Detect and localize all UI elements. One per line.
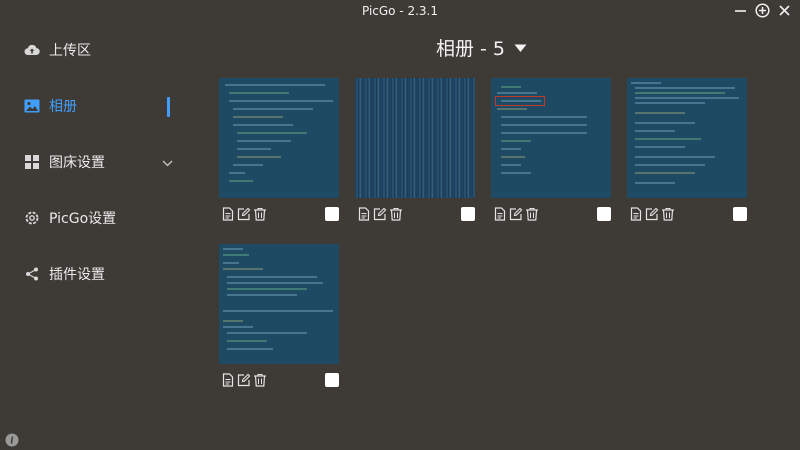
edit-icon <box>373 207 387 221</box>
image-actions <box>219 372 339 388</box>
maximize-button[interactable] <box>754 2 770 18</box>
image-actions <box>627 206 747 222</box>
image-actions <box>491 206 611 222</box>
grid-icon <box>24 154 40 170</box>
image-thumbnail[interactable] <box>491 78 611 198</box>
edit-button[interactable] <box>237 206 251 221</box>
document-icon <box>222 207 234 221</box>
select-checkbox[interactable] <box>597 207 611 221</box>
image-thumbnail[interactable] <box>219 244 339 364</box>
sidebar-item-plugin-settings[interactable]: 插件设置 <box>24 262 174 286</box>
sidebar-item-label: 图床设置 <box>49 155 105 171</box>
sidebar-item-picgo-settings[interactable]: PicGo设置 <box>24 206 174 230</box>
gear-icon <box>24 210 40 226</box>
image-card <box>219 78 339 224</box>
edit-icon <box>645 207 659 221</box>
sidebar: 上传区 相册 图床设置 PicGo设置 插件设置 <box>0 22 180 450</box>
caret-down-icon <box>514 36 527 58</box>
sidebar-item-upload[interactable]: 上传区 <box>24 38 174 62</box>
chevron-down-icon <box>162 155 173 171</box>
sidebar-item-gallery[interactable]: 相册 <box>24 94 174 118</box>
close-icon <box>778 4 790 16</box>
document-icon <box>358 207 370 221</box>
minimize-button[interactable] <box>732 2 748 18</box>
sidebar-item-label: 相册 <box>49 99 77 115</box>
page-title: 相册 - 5 <box>436 37 506 60</box>
edit-button[interactable] <box>509 206 523 221</box>
sidebar-item-label: PicGo设置 <box>49 211 117 227</box>
image-thumbnail[interactable] <box>627 78 747 198</box>
image-actions <box>219 206 339 222</box>
edit-icon <box>237 373 251 387</box>
image-thumbnail[interactable] <box>355 78 475 198</box>
delete-button[interactable] <box>389 206 403 221</box>
document-icon <box>222 373 234 387</box>
copy-link-button[interactable] <box>357 206 371 221</box>
trash-icon <box>526 207 538 221</box>
image-card <box>219 244 339 390</box>
edit-button[interactable] <box>373 206 387 221</box>
delete-button[interactable] <box>253 206 267 221</box>
delete-button[interactable] <box>253 372 267 387</box>
select-checkbox[interactable] <box>733 207 747 221</box>
image-card <box>491 78 611 224</box>
image-thumbnail[interactable] <box>219 78 339 198</box>
gallery-header[interactable]: 相册 - 5 <box>436 34 527 60</box>
document-icon <box>630 207 642 221</box>
trash-icon <box>662 207 674 221</box>
active-indicator <box>167 97 170 117</box>
copy-link-button[interactable] <box>221 206 235 221</box>
trash-icon <box>390 207 402 221</box>
copy-link-button[interactable] <box>493 206 507 221</box>
title-bar: PicGo - 2.3.1 <box>0 0 800 22</box>
select-checkbox[interactable] <box>461 207 475 221</box>
image-card <box>355 78 475 224</box>
sidebar-item-label: 插件设置 <box>49 267 105 283</box>
share-icon <box>24 266 40 282</box>
trash-icon <box>254 373 266 387</box>
copy-link-button[interactable] <box>221 372 235 387</box>
trash-icon <box>254 207 266 221</box>
close-button[interactable] <box>776 2 792 18</box>
edit-icon <box>237 207 251 221</box>
sidebar-item-label: 上传区 <box>49 43 91 59</box>
svg-text:i: i <box>10 437 14 447</box>
image-icon <box>24 98 40 114</box>
delete-button[interactable] <box>661 206 675 221</box>
window-controls <box>732 2 792 18</box>
info-icon[interactable]: i <box>5 432 19 450</box>
cloud-upload-icon <box>24 42 40 58</box>
window-title: PicGo - 2.3.1 <box>361 4 439 18</box>
minimize-icon <box>734 9 746 12</box>
edit-button[interactable] <box>237 372 251 387</box>
sidebar-item-picbed-settings[interactable]: 图床设置 <box>24 150 174 174</box>
select-checkbox[interactable] <box>325 373 339 387</box>
select-checkbox[interactable] <box>325 207 339 221</box>
edit-icon <box>509 207 523 221</box>
image-actions <box>355 206 475 222</box>
document-icon <box>494 207 506 221</box>
plus-circle-icon <box>754 2 770 18</box>
edit-button[interactable] <box>645 206 659 221</box>
copy-link-button[interactable] <box>629 206 643 221</box>
image-card <box>627 78 747 224</box>
delete-button[interactable] <box>525 206 539 221</box>
